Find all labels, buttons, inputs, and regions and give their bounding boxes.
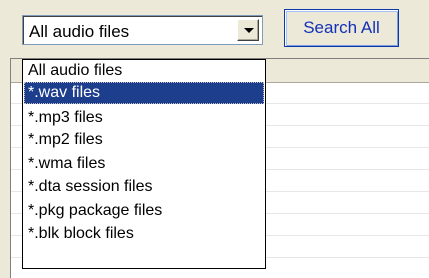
dropdown-option-pkg[interactable]: *.pkg package files [24, 200, 264, 222]
file-type-combobox[interactable]: All audio files [22, 15, 263, 45]
dropdown-option-wma[interactable]: *.wma files [24, 153, 264, 175]
dropdown-option-all-audio[interactable]: All audio files [24, 60, 264, 82]
dropdown-arrow-icon [244, 28, 254, 33]
file-type-dropdown-list[interactable]: All audio files *.wav files *.mp3 files … [22, 59, 266, 269]
dropdown-option-wav[interactable]: *.wav files [24, 82, 264, 104]
dropdown-option-blk[interactable]: *.blk block files [24, 223, 264, 245]
dropdown-option-mp2[interactable]: *.mp2 files [24, 129, 264, 151]
file-type-combobox-value: All audio files [29, 22, 130, 41]
search-all-button[interactable]: Search All [284, 9, 399, 47]
dropdown-option-mp3[interactable]: *.mp3 files [24, 107, 264, 129]
dropdown-toggle-button[interactable] [237, 19, 259, 41]
dropdown-option-dta[interactable]: *.dta session files [24, 176, 264, 198]
